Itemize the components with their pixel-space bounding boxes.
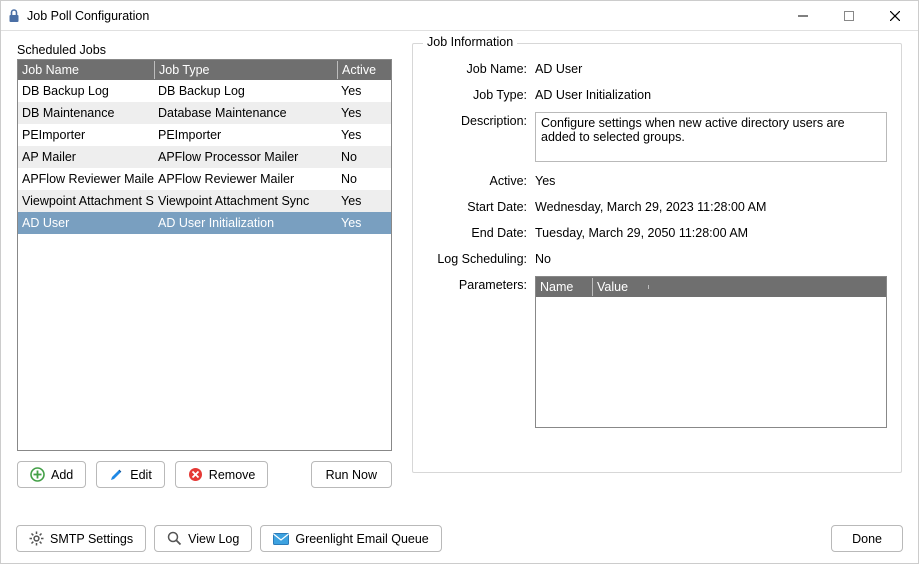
label-end-date: End Date:: [427, 224, 535, 240]
cell-job-type: Viewpoint Attachment Sync: [154, 192, 337, 210]
remove-button[interactable]: Remove: [175, 461, 269, 488]
run-now-button-label: Run Now: [326, 468, 377, 482]
magnifier-icon: [167, 531, 182, 546]
label-log-scheduling: Log Scheduling:: [427, 250, 535, 266]
table-row[interactable]: PEImporterPEImporterYes: [18, 124, 391, 146]
add-button-label: Add: [51, 468, 73, 482]
cell-job-name: APFlow Reviewer Mailer: [18, 170, 154, 188]
cell-job-type: APFlow Processor Mailer: [154, 148, 337, 166]
param-col-blank: [648, 285, 886, 289]
cell-job-name: DB Maintenance: [18, 104, 154, 122]
cell-job-name: AD User: [18, 214, 154, 232]
value-start-date: Wednesday, March 29, 2023 11:28:00 AM: [535, 198, 887, 214]
title-bar: Job Poll Configuration: [1, 1, 918, 31]
edit-button-label: Edit: [130, 468, 152, 482]
table-row[interactable]: DB Backup LogDB Backup LogYes: [18, 80, 391, 102]
table-row[interactable]: AD UserAD User InitializationYes: [18, 212, 391, 234]
done-button[interactable]: Done: [831, 525, 903, 552]
param-col-name[interactable]: Name: [536, 278, 592, 296]
cell-job-type: DB Backup Log: [154, 82, 337, 100]
cell-active: No: [337, 170, 391, 188]
minimize-button[interactable]: [780, 1, 826, 30]
label-description: Description:: [427, 112, 535, 128]
job-information-group: Job Information Job Name: AD User Job Ty…: [412, 43, 902, 473]
smtp-settings-label: SMTP Settings: [50, 532, 133, 546]
cell-active: Yes: [337, 214, 391, 232]
remove-button-label: Remove: [209, 468, 256, 482]
col-job-name[interactable]: Job Name: [18, 61, 154, 79]
param-col-value[interactable]: Value: [592, 278, 648, 296]
smtp-settings-button[interactable]: SMTP Settings: [16, 525, 146, 552]
col-job-type[interactable]: Job Type: [154, 61, 337, 79]
parameters-table[interactable]: Name Value: [535, 276, 887, 428]
table-row[interactable]: AP MailerAPFlow Processor MailerNo: [18, 146, 391, 168]
value-end-date: Tuesday, March 29, 2050 11:28:00 AM: [535, 224, 887, 240]
value-job-type: AD User Initialization: [535, 86, 887, 102]
email-queue-button[interactable]: Greenlight Email Queue: [260, 525, 441, 552]
label-job-name: Job Name:: [427, 60, 535, 76]
cell-job-name: Viewpoint Attachment Sync: [18, 192, 154, 210]
job-information-title: Job Information: [423, 35, 517, 49]
cell-job-type: Database Maintenance: [154, 104, 337, 122]
label-start-date: Start Date:: [427, 198, 535, 214]
lock-icon: [7, 8, 21, 24]
cell-active: No: [337, 148, 391, 166]
cell-active: Yes: [337, 126, 391, 144]
table-row[interactable]: APFlow Reviewer MailerAPFlow Reviewer Ma…: [18, 168, 391, 190]
cell-job-type: PEImporter: [154, 126, 337, 144]
close-button[interactable]: [872, 1, 918, 30]
done-button-label: Done: [852, 532, 882, 546]
cell-active: Yes: [337, 104, 391, 122]
description-textbox[interactable]: Configure settings when new active direc…: [535, 112, 887, 162]
cell-job-name: PEImporter: [18, 126, 154, 144]
value-log-scheduling: No: [535, 250, 887, 266]
value-job-name: AD User: [535, 60, 887, 76]
cell-job-name: DB Backup Log: [18, 82, 154, 100]
label-parameters: Parameters:: [427, 276, 535, 292]
cell-active: Yes: [337, 82, 391, 100]
run-now-button[interactable]: Run Now: [311, 461, 392, 488]
cell-active: Yes: [337, 192, 391, 210]
view-log-button[interactable]: View Log: [154, 525, 252, 552]
table-row[interactable]: DB MaintenanceDatabase MaintenanceYes: [18, 102, 391, 124]
col-active[interactable]: Active: [337, 61, 391, 79]
remove-icon: [188, 467, 203, 482]
plus-icon: [30, 467, 45, 482]
cell-job-type: AD User Initialization: [154, 214, 337, 232]
label-job-type: Job Type:: [427, 86, 535, 102]
scheduled-jobs-label: Scheduled Jobs: [17, 43, 392, 57]
window-title: Job Poll Configuration: [27, 9, 149, 23]
view-log-label: View Log: [188, 532, 239, 546]
maximize-button[interactable]: [826, 1, 872, 30]
table-row[interactable]: Viewpoint Attachment SyncViewpoint Attac…: [18, 190, 391, 212]
add-button[interactable]: Add: [17, 461, 86, 488]
cell-job-type: APFlow Reviewer Mailer: [154, 170, 337, 188]
jobs-table[interactable]: Job Name Job Type Active DB Backup LogDB…: [17, 59, 392, 451]
email-queue-label: Greenlight Email Queue: [295, 532, 428, 546]
cell-job-name: AP Mailer: [18, 148, 154, 166]
edit-button[interactable]: Edit: [96, 461, 165, 488]
pencil-icon: [109, 467, 124, 482]
label-active: Active:: [427, 172, 535, 188]
envelope-icon: [273, 533, 289, 545]
gear-icon: [29, 531, 44, 546]
bottom-bar: SMTP Settings View Log Greenlight Email …: [0, 515, 919, 564]
value-active: Yes: [535, 172, 887, 188]
